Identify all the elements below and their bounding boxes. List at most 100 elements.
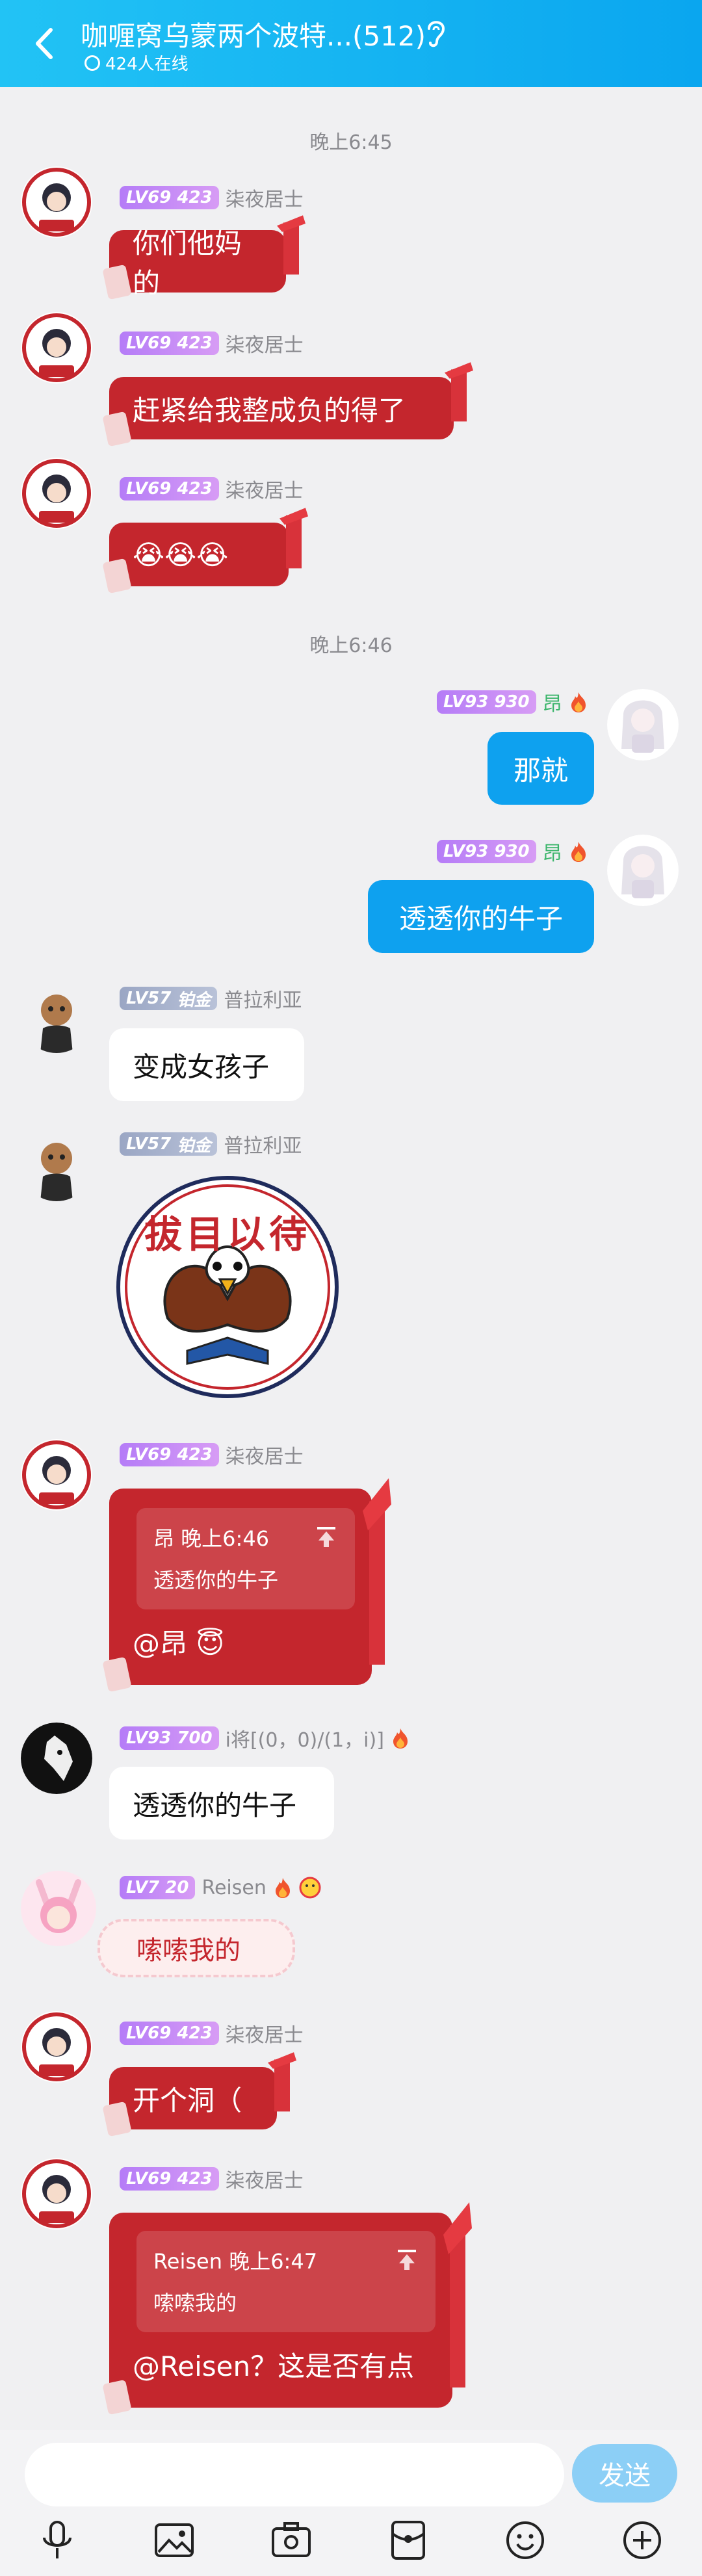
message-text: 那就: [513, 754, 568, 787]
ear-icon[interactable]: [422, 17, 448, 49]
sender-name: 柒夜居士: [225, 334, 304, 357]
sender-meta: LV69 423 柒夜居士: [120, 1442, 304, 1468]
message-bubble[interactable]: 那就: [488, 732, 594, 805]
bubble-decoration-icon: [445, 362, 473, 422]
message-input[interactable]: [25, 2443, 564, 2506]
sticker-caption: 拔目以待: [144, 1212, 311, 1256]
message-bubble[interactable]: Reisen 晚上6:47 嗦嗦我的 @Reisen？这是否有点: [103, 2202, 472, 2415]
jump-to-top-icon[interactable]: [316, 1526, 337, 1548]
sender-name: 柒夜居士: [225, 1446, 304, 1468]
group-title[interactable]: 咖喱窝乌蒙两个波特...(512): [81, 14, 426, 54]
avatar-qiye-image: [21, 2158, 92, 2230]
avatar-qiye-image: [21, 166, 92, 238]
message-text: 赶紧给我整成负的得了: [133, 394, 406, 426]
message-bubble[interactable]: 变成女孩子: [109, 1028, 304, 1101]
avatar-qiye[interactable]: [21, 312, 92, 384]
message-bubble[interactable]: 透透你的牛子: [368, 880, 594, 953]
message-bubble[interactable]: 昂 晚上6:46 透透你的牛子 @昂 😇: [103, 1478, 391, 1692]
bubble-decoration-icon: [280, 508, 308, 569]
message-text: 嗦嗦我的: [136, 1936, 240, 1966]
image-icon: [155, 2523, 194, 2557]
bubble-decoration-icon: [268, 2052, 296, 2112]
send-button[interactable]: 发送: [572, 2444, 677, 2503]
sender-name: Reisen: [202, 1876, 266, 1899]
avatar-qiye[interactable]: [21, 458, 92, 529]
sender-meta: LV93 930 昂: [437, 689, 588, 716]
message-text: @昂 😇: [133, 1628, 225, 1659]
avatar-reisen[interactable]: [20, 1869, 98, 1947]
bubble-decoration-icon: [443, 2202, 472, 2387]
fire-icon: [571, 842, 586, 862]
avatar-ang[interactable]: [607, 835, 679, 906]
sender-meta: LV69 423 柒夜居士: [120, 185, 304, 211]
message-bubble[interactable]: 嗦嗦我的: [98, 1919, 295, 1977]
message-bubble[interactable]: 赶紧给我整成负的得了: [103, 362, 473, 447]
avatar-pula[interactable]: [21, 1130, 92, 1201]
level-badge: LV69 423: [120, 2167, 219, 2191]
online-count-text: 424人在线: [105, 55, 188, 74]
jump-to-top-icon[interactable]: [396, 2249, 417, 2271]
plus-button[interactable]: [616, 2514, 668, 2566]
chat-header: 咖喱窝乌蒙两个波特...(512) 424人在线: [0, 0, 702, 87]
avatar-qiye[interactable]: [21, 2158, 92, 2230]
level-badge: LV69 423: [120, 332, 219, 355]
avatar-qiye[interactable]: [21, 1439, 92, 1511]
quoted-message[interactable]: Reisen 晚上6:47 嗦嗦我的: [136, 2231, 436, 2332]
avatar-qiye[interactable]: [21, 2011, 92, 2083]
avatar-ijiang-image: [21, 1723, 92, 1794]
avatar-ijiang[interactable]: [21, 1723, 92, 1794]
quote-body: 透透你的牛子: [153, 1568, 279, 1593]
message-bubble[interactable]: 😭😭😭: [103, 508, 308, 593]
mic-button[interactable]: [31, 2514, 83, 2566]
quote-header: Reisen 晚上6:47: [153, 2249, 318, 2274]
avatar-qiye-image: [21, 458, 92, 529]
sender-meta: LV69 423 柒夜居士: [120, 330, 304, 357]
sender-meta: LV93 930 昂: [437, 839, 588, 865]
level-badge: LV7 20: [120, 1876, 196, 1899]
image-button[interactable]: [148, 2514, 200, 2566]
sender-meta: LV69 423 柒夜居士: [120, 476, 304, 502]
sticker-image[interactable]: 拔目以待: [116, 1175, 339, 1399]
redpacket-button[interactable]: [382, 2514, 434, 2566]
plus-icon: [623, 2521, 661, 2559]
sender-name: 普拉利亚: [224, 1135, 302, 1158]
sender-name: 柒夜居士: [225, 2170, 304, 2192]
avatar-pula[interactable]: [21, 982, 92, 1053]
emoji-badge-icon: [299, 1877, 321, 1899]
seal-icon: [103, 1657, 131, 1692]
quoted-message[interactable]: 昂 晚上6:46 透透你的牛子: [136, 1508, 355, 1609]
sender-meta: LV57 铂金 普拉利亚: [120, 985, 302, 1012]
seal-icon: [103, 2380, 131, 2415]
message-text: 😭😭😭: [133, 538, 229, 571]
seal-icon: [103, 558, 131, 593]
bubble-decoration-icon: [363, 1478, 391, 1665]
avatar-qiye[interactable]: [21, 166, 92, 238]
timestamp: 晚上6:46: [309, 634, 393, 657]
fire-icon: [275, 1878, 290, 1898]
sender-name: 昂: [542, 693, 562, 716]
back-arrow-icon[interactable]: [31, 25, 57, 62]
message-text: 透透你的牛子: [133, 1789, 297, 1821]
emoji-button[interactable]: [499, 2514, 551, 2566]
sender-name: 柒夜居士: [225, 189, 304, 211]
level-badge: LV69 423: [120, 2022, 219, 2045]
seal-icon: [103, 411, 131, 447]
message-bubble[interactable]: 你们他妈的: [103, 215, 306, 300]
fire-icon: [571, 692, 586, 712]
online-count: 424人在线: [84, 51, 188, 75]
fire-icon: [393, 1728, 408, 1749]
message-bubble[interactable]: 透透你的牛子: [109, 1767, 334, 1840]
avatar-qiye-image: [21, 1439, 92, 1511]
avatar-qiye-image: [21, 312, 92, 384]
quote-header: 昂 晚上6:46: [153, 1526, 270, 1551]
level-badge: LV69 423: [120, 186, 219, 209]
message-bubble[interactable]: 开个洞（: [103, 2052, 296, 2137]
sender-meta: LV69 423 柒夜居士: [120, 2166, 304, 2192]
sender-meta: LV57 铂金 普拉利亚: [120, 1131, 302, 1158]
emoji-icon: [506, 2521, 544, 2559]
camera-button[interactable]: [265, 2514, 317, 2566]
bubble-decoration-icon: [277, 215, 306, 275]
seal-icon: [103, 265, 131, 300]
camera-icon: [272, 2522, 311, 2557]
avatar-ang[interactable]: [607, 689, 679, 761]
